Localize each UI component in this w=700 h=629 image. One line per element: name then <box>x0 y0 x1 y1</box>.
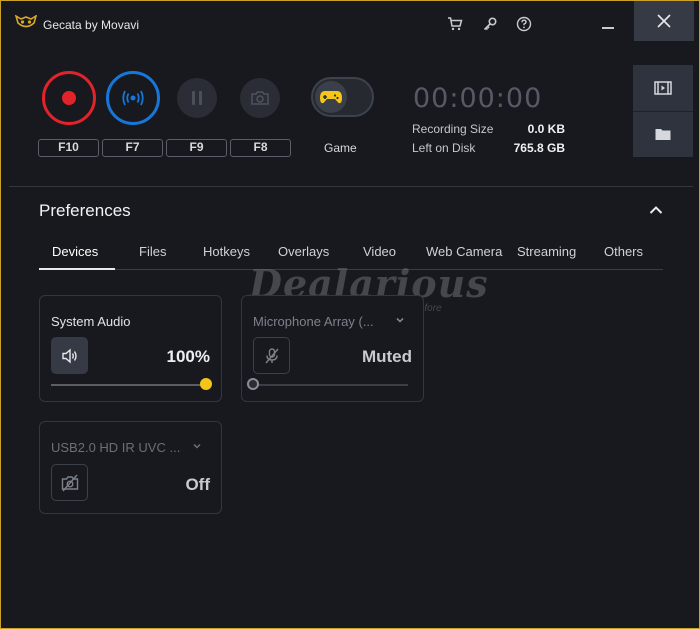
open-folder-button[interactable] <box>633 111 693 157</box>
chevron-up-icon[interactable] <box>647 201 665 219</box>
active-tab-indicator <box>39 268 115 270</box>
device-status: Muted <box>361 347 412 366</box>
speaker-icon <box>61 347 77 364</box>
camera-icon <box>251 91 269 105</box>
tab-hotkeys[interactable]: Hotkeys <box>203 244 250 259</box>
device-status: Off <box>185 475 210 494</box>
device-name[interactable]: USB2.0 HD IR UVC ... <box>51 440 180 455</box>
device-volume: 100% <box>166 347 210 366</box>
tab-streaming[interactable]: Streaming <box>517 244 576 259</box>
volume-slider-track[interactable] <box>253 384 408 386</box>
gecata-logo-icon <box>15 15 37 28</box>
app-title: Gecata by Movavi <box>43 18 140 32</box>
stream-button[interactable] <box>106 71 160 125</box>
film-icon <box>654 81 672 95</box>
volume-slider-knob[interactable] <box>200 378 212 390</box>
recording-timer: 00:00:00 <box>413 83 543 114</box>
title-bar: Gecata by Movavi <box>1 1 699 43</box>
tab-devices[interactable]: Devices <box>52 244 98 259</box>
hotkey-record: F10 <box>38 139 99 157</box>
pause-button[interactable] <box>177 78 217 118</box>
record-icon <box>62 91 76 105</box>
disk-space-label: Left on Disk <box>412 141 476 155</box>
volume-slider-knob[interactable] <box>247 378 259 390</box>
volume-slider-track[interactable] <box>51 384 206 386</box>
game-mode-toggle[interactable] <box>311 77 374 117</box>
cart-icon[interactable] <box>446 15 464 33</box>
hotkey-stream: F7 <box>102 139 163 157</box>
minimize-button[interactable] <box>597 11 621 35</box>
hotkey-pause: F9 <box>166 139 227 157</box>
hotkey-screenshot: F8 <box>230 139 291 157</box>
system-audio-toggle[interactable] <box>51 337 88 374</box>
webcam-card: USB2.0 HD IR UVC ... Off <box>39 421 222 514</box>
disk-space-value: 765.8 GB <box>513 141 565 155</box>
close-button[interactable] <box>634 1 694 41</box>
system-audio-card: System Audio 100% <box>39 295 222 402</box>
folder-icon <box>655 129 671 140</box>
recording-size-label: Recording Size <box>412 122 494 136</box>
recording-size-value: 0.0 KB <box>527 122 565 136</box>
pause-icon <box>192 91 195 105</box>
tab-files[interactable]: Files <box>139 244 166 259</box>
gamepad-icon <box>315 81 347 113</box>
game-mode-label: Game <box>324 141 357 155</box>
section-divider <box>9 186 693 187</box>
key-icon[interactable] <box>481 15 499 33</box>
tab-web-camera[interactable]: Web Camera <box>426 244 502 259</box>
open-recordings-button[interactable] <box>633 65 693 111</box>
tab-overlays[interactable]: Overlays <box>278 244 329 259</box>
chevron-down-icon[interactable] <box>192 441 202 451</box>
tab-video[interactable]: Video <box>363 244 396 259</box>
side-panel <box>633 65 693 157</box>
chevron-down-icon[interactable] <box>395 315 405 325</box>
microphone-toggle[interactable] <box>253 337 290 374</box>
broadcast-icon <box>122 90 144 106</box>
tab-others[interactable]: Others <box>604 244 643 259</box>
app-window: Gecata by Movavi F10 F7 F9 F8 Game 00:00… <box>0 0 700 629</box>
tabs-divider <box>39 269 663 270</box>
device-name[interactable]: Microphone Array (... <box>253 314 374 329</box>
close-icon <box>657 14 671 28</box>
record-button[interactable] <box>42 71 96 125</box>
screenshot-button[interactable] <box>240 78 280 118</box>
webcam-toggle[interactable] <box>51 464 88 501</box>
camera-off-icon <box>61 474 78 491</box>
microphone-muted-icon <box>264 347 279 363</box>
preferences-title: Preferences <box>39 201 131 220</box>
help-icon[interactable] <box>515 15 533 33</box>
microphone-card: Microphone Array (... Muted <box>241 295 424 402</box>
device-name: System Audio <box>51 314 131 329</box>
